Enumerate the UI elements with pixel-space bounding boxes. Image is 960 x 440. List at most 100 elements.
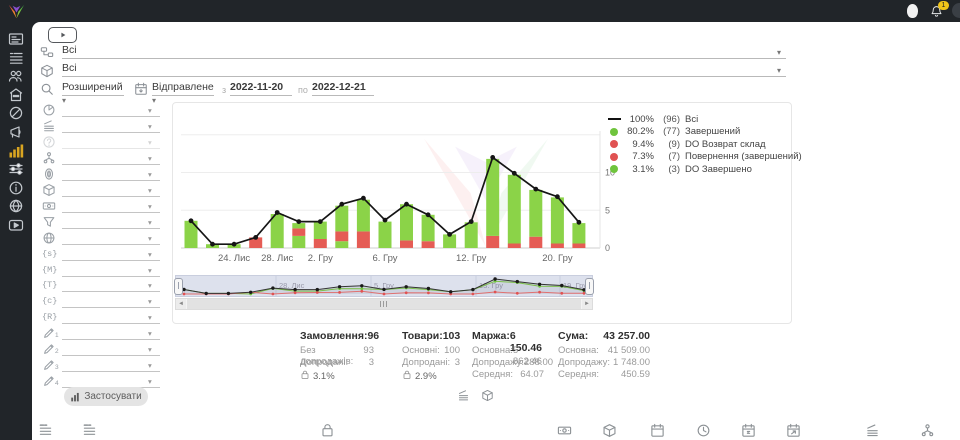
filter-select[interactable] bbox=[62, 326, 160, 340]
chevron-down-icon: ▾ bbox=[148, 154, 152, 163]
stat-sub-value: 5 862.46 bbox=[513, 345, 544, 357]
calendar-export-icon[interactable] bbox=[786, 423, 801, 438]
filter-select[interactable] bbox=[62, 135, 160, 149]
app-logo-icon[interactable] bbox=[6, 3, 27, 20]
legend-item[interactable]: 7.3%(7)Повернення (завершений) bbox=[607, 151, 802, 164]
filter-select[interactable] bbox=[62, 247, 160, 261]
stat-title: Товари:103 bbox=[402, 330, 460, 345]
legend-item[interactable]: 100%(96)Всі bbox=[607, 113, 802, 126]
date-from-input[interactable]: 2022-11-20 bbox=[230, 81, 292, 96]
package-icon[interactable] bbox=[602, 423, 617, 438]
profile-circle[interactable] bbox=[952, 3, 960, 18]
info-icon[interactable] bbox=[8, 180, 24, 196]
filter-select[interactable] bbox=[62, 199, 160, 213]
legend-count: (77) bbox=[658, 126, 680, 137]
layers-icon bbox=[42, 119, 56, 133]
legend-item[interactable]: 80.2%(77)Завершений bbox=[607, 126, 802, 139]
layers-icon[interactable] bbox=[457, 389, 470, 402]
navigator-scrollbar[interactable]: ◄ ► bbox=[175, 298, 593, 310]
stat-title-label: Замовлення: bbox=[300, 330, 367, 345]
id-list-icon[interactable] bbox=[38, 423, 53, 438]
filter-select[interactable] bbox=[62, 310, 160, 324]
filter-select[interactable] bbox=[62, 294, 160, 308]
scroll-right-button[interactable]: ► bbox=[582, 299, 592, 309]
bag-icon[interactable] bbox=[320, 423, 335, 438]
pencil-icon: 2 bbox=[42, 342, 56, 356]
banknote-icon[interactable] bbox=[557, 423, 572, 438]
filter-select[interactable] bbox=[62, 342, 160, 356]
analytics-icon[interactable] bbox=[8, 143, 24, 159]
scrollbar-thumb[interactable] bbox=[187, 299, 581, 309]
orders-chart[interactable]: 051024. Лис28. Лис2. Гру6. Гру12. Гру20.… bbox=[173, 103, 623, 271]
pie-icon bbox=[42, 103, 56, 117]
legend-item[interactable]: 3.1%(3)DO Завершено bbox=[607, 163, 802, 176]
svg-text:24. Лис: 24. Лис bbox=[218, 253, 250, 264]
filter-select[interactable] bbox=[62, 151, 160, 165]
brace-icon: {M} bbox=[42, 263, 60, 277]
filter-select[interactable] bbox=[62, 358, 160, 372]
filter-select[interactable] bbox=[62, 278, 160, 292]
chart-navigator[interactable]: 28. Лис5. Гру13. Гру19. Гру bbox=[175, 275, 593, 297]
date-field-select[interactable]: Відправлене ▾ bbox=[152, 81, 214, 96]
navigator-handle-right[interactable] bbox=[585, 278, 594, 295]
stat-sub-row: Допродані:3 bbox=[402, 357, 460, 369]
chevron-down-icon: ▾ bbox=[148, 234, 152, 243]
store-icon[interactable] bbox=[8, 87, 24, 103]
notification-badge: 1 bbox=[938, 1, 949, 10]
hierarchy-icon[interactable] bbox=[920, 423, 935, 438]
brace-icon: {c} bbox=[42, 294, 60, 308]
tour-play-button[interactable] bbox=[48, 27, 77, 43]
gesture-icon[interactable] bbox=[8, 105, 24, 121]
calendar-b-icon[interactable] bbox=[741, 423, 756, 438]
dashboard-card-icon[interactable] bbox=[8, 31, 24, 47]
product-select[interactable]: Всі bbox=[62, 62, 786, 77]
orders-list-icon[interactable] bbox=[8, 50, 24, 66]
search-icon[interactable] bbox=[40, 82, 54, 96]
stat-title-label: Сума: bbox=[558, 330, 588, 345]
scroll-left-button[interactable]: ◄ bbox=[176, 299, 186, 309]
pipeline-select[interactable]: Всі bbox=[62, 44, 786, 59]
package-icon[interactable] bbox=[481, 389, 494, 402]
legend-percent: 100% bbox=[624, 114, 654, 125]
layers-icon[interactable] bbox=[865, 423, 880, 438]
chevron-down-icon: ▾ bbox=[148, 313, 152, 322]
filter-select[interactable] bbox=[62, 231, 160, 245]
brace-icon: {s} bbox=[42, 247, 60, 261]
filter-select[interactable] bbox=[62, 119, 160, 133]
filter-select[interactable] bbox=[62, 263, 160, 277]
filter-select[interactable] bbox=[62, 215, 160, 229]
dot-swatch-icon bbox=[607, 153, 621, 161]
chevron-down-icon: ▾ bbox=[148, 361, 152, 370]
funnel-icon bbox=[42, 215, 56, 229]
navigator-handle-left[interactable] bbox=[174, 278, 183, 295]
pencil-icon: 3 bbox=[42, 358, 56, 372]
globe-icon[interactable] bbox=[8, 198, 24, 214]
megaphone-icon[interactable] bbox=[8, 124, 24, 140]
stat-sub-row: Середня:450.59 bbox=[558, 369, 650, 381]
apply-button[interactable]: Застосувати bbox=[64, 387, 148, 406]
chevron-down-icon: ▾ bbox=[148, 186, 152, 195]
legend-item[interactable]: 9.4%(9)DO Возврат склад bbox=[607, 138, 802, 151]
calendar-icon[interactable] bbox=[650, 423, 665, 438]
filter-select[interactable] bbox=[62, 103, 160, 117]
globe2-icon bbox=[42, 231, 56, 245]
sliders-icon[interactable] bbox=[8, 161, 24, 177]
filter-select[interactable] bbox=[62, 167, 160, 181]
search-mode-select[interactable]: Розширений ▾ bbox=[62, 81, 124, 96]
filter-select[interactable] bbox=[62, 183, 160, 197]
svg-text:6. Гру: 6. Гру bbox=[372, 253, 397, 264]
upsell-badge: 2.9% bbox=[402, 370, 460, 383]
video-icon[interactable] bbox=[8, 217, 24, 233]
product-box-icon bbox=[40, 64, 54, 78]
stat-sub-label: Середня: bbox=[558, 369, 599, 381]
clock-icon[interactable] bbox=[696, 423, 711, 438]
stat-sub-value: 3 bbox=[455, 357, 460, 369]
avatar[interactable] bbox=[907, 4, 918, 18]
date-to-input[interactable]: 2022-12-21 bbox=[312, 81, 374, 96]
to-label: по bbox=[298, 85, 308, 95]
id-list-icon[interactable] bbox=[82, 423, 97, 438]
users-icon[interactable] bbox=[8, 68, 24, 84]
pencil-icon: 1 bbox=[42, 326, 56, 340]
stat-column: Сума:43 257.00Основна:41 509.00Допродажу… bbox=[558, 330, 650, 381]
legend-count: (3) bbox=[658, 164, 680, 175]
